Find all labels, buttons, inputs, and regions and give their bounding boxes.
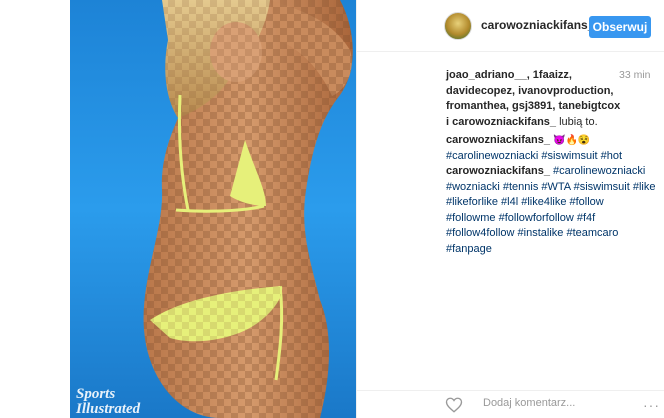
instagram-post: Sports Illustrated carowozniackifans_ Ob…	[0, 0, 664, 418]
post-header: carowozniackifans_ Obserwuj	[357, 0, 664, 52]
comment-hashtags[interactable]: #carolinewozniacki #wozniacki #tennis #W…	[446, 165, 655, 255]
comment-hashtags[interactable]: #carolinewozniacki #siswimsuit #hot	[446, 150, 622, 162]
header-username[interactable]: carowozniackifans_	[481, 18, 594, 32]
more-options-icon[interactable]: ···	[643, 397, 660, 413]
likes-suffix: lubią to.	[556, 115, 598, 128]
post-photo[interactable]: Sports Illustrated	[70, 0, 356, 418]
comment-username[interactable]: carowozniackifans_	[446, 134, 550, 146]
comment: carowozniackifans_ 😈🔥😵 #carolinewozniack…	[446, 133, 656, 164]
post-timestamp[interactable]: 33 min	[619, 69, 651, 81]
post-image: Sports Illustrated	[70, 0, 356, 418]
fire-emoji-icon: 🔥	[565, 135, 578, 146]
heart-icon[interactable]	[445, 396, 463, 414]
follow-button[interactable]: Obserwuj	[589, 16, 651, 38]
likes-summary: joao_adriano__, 1faaizz, davidecopez, iv…	[446, 68, 626, 130]
dizzy-emoji-icon: 😵	[577, 135, 591, 146]
avatar[interactable]	[444, 12, 472, 40]
post-sidebar: carowozniackifans_ Obserwuj joao_adriano…	[356, 0, 664, 418]
watermark-line1: Sports	[76, 386, 115, 402]
watermark-line2: Illustrated	[75, 401, 141, 417]
comment: carowozniackifans_ #carolinewozniacki #w…	[446, 164, 656, 257]
comment-input[interactable]	[483, 397, 603, 409]
devil-emoji-icon: 😈	[553, 135, 566, 146]
post-footer: ···	[357, 390, 664, 418]
comment-username[interactable]: carowozniackifans_	[446, 165, 550, 177]
